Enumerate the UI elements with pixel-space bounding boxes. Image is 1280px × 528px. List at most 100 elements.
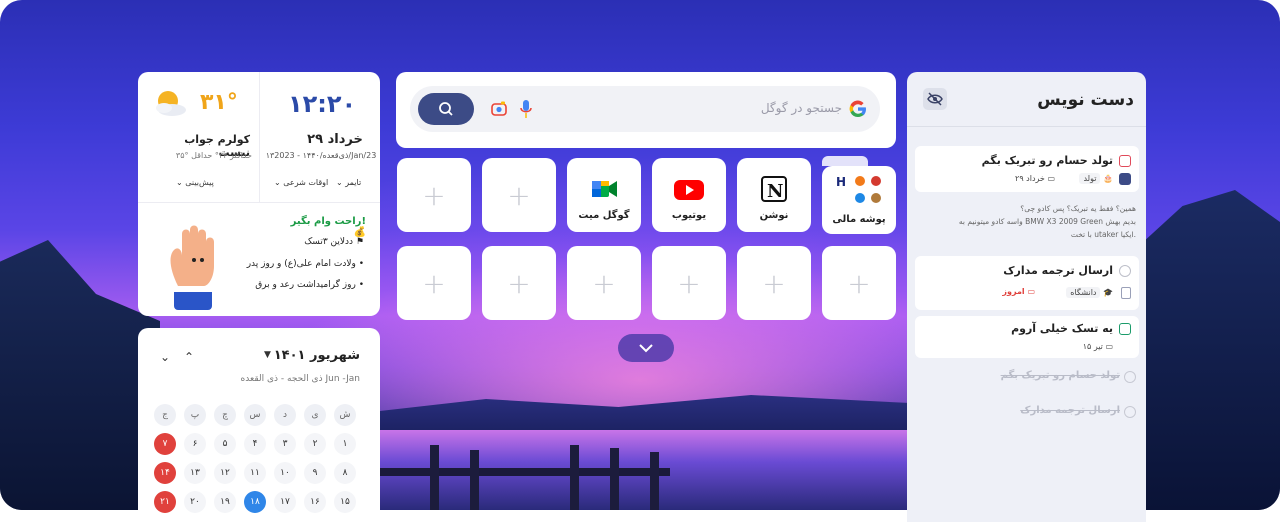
google-icon (849, 100, 866, 118)
note-tag: تولد 🎂 (1079, 173, 1113, 184)
add-shortcut-button[interactable]: + (482, 158, 556, 232)
date-label: امروز (1002, 287, 1025, 296)
plus-icon: + (422, 178, 446, 212)
add-shortcut-button[interactable]: + (567, 246, 641, 320)
add-shortcut-button[interactable]: + (482, 246, 556, 320)
add-shortcut-button[interactable]: + (822, 246, 896, 320)
note-body-line: واسه کادو میتونیم به BMW X3 2009 Green ب… (958, 217, 1136, 226)
calendar-day[interactable]: ۱۰ (274, 462, 296, 484)
calendar-day[interactable]: ۲ (304, 433, 326, 455)
note-type-icon (1121, 287, 1131, 299)
calendar-month[interactable]: شهریور ۱۴۰۱ (274, 348, 360, 363)
shortcut-notion[interactable]: N نوشن (737, 158, 811, 232)
pier (380, 468, 670, 476)
calendar-day[interactable]: ۱۲ (214, 462, 236, 484)
chevron-down-icon: ⌄ (274, 178, 281, 187)
todo-item-text: روز گرامیداشت رعد و برق (255, 280, 356, 290)
shortcut-google-meet[interactable]: گوگل میت (567, 158, 641, 232)
pier-post (650, 452, 659, 510)
check-circle-icon[interactable] (1124, 406, 1136, 418)
shortcut-label: یوتیوب (671, 210, 707, 221)
calendar-day[interactable]: ۹ (304, 462, 326, 484)
calendar-day[interactable]: ۱۳ (184, 462, 206, 484)
shortcut-label: پوشه مالی (832, 214, 886, 225)
note-card[interactable]: ارسال ترجمه مدارک دانشگاه 🎓 امروز ▭ (915, 256, 1139, 310)
note-body-line: با تخت utaker ایکیا. (1070, 230, 1136, 239)
todo-item: ولادت امام علی(ع) و روز پدر • (247, 259, 364, 269)
search-button[interactable] (418, 93, 474, 125)
partly-cloudy-sun-icon (156, 91, 186, 116)
calendar-day[interactable]: ۵ (214, 433, 236, 455)
google-meet-icon (592, 181, 617, 197)
timer-chip[interactable]: ⌄ تایمر (336, 178, 361, 187)
todo-item: روز گرامیداشت رعد و برق • (255, 280, 364, 290)
flag-icon: ⚑ (355, 237, 364, 247)
shortcut-folder-finance[interactable]: H پوشه مالی (822, 166, 896, 234)
next-month-icon[interactable]: ⌄ (160, 350, 170, 364)
notes-title: دست نویس (1037, 90, 1134, 110)
plus-icon: + (847, 266, 871, 300)
calendar-day[interactable]: ۷ (154, 433, 176, 455)
pier-post (430, 445, 439, 510)
month-dropdown-icon[interactable]: ▼ (264, 350, 271, 360)
calendar-day[interactable]: ۶ (184, 433, 206, 455)
shortcut-youtube[interactable]: یوتیوب (652, 158, 726, 232)
note-card[interactable]: تولد حسام رو تبریک بگم تولد 🎂 ۲۹ خرداد ▭ (915, 146, 1139, 192)
note-title: ارسال ترجمه مدارک (1003, 264, 1113, 277)
forest-right (1130, 190, 1280, 510)
weekday-header: پ (184, 404, 206, 426)
note-checkbox[interactable] (1119, 265, 1131, 277)
check-circle-icon[interactable] (1124, 371, 1136, 383)
forecast-chip[interactable]: ⌄ پیش‌بینی (176, 178, 214, 187)
microphone-icon[interactable] (520, 99, 532, 119)
search-input[interactable]: جستجو در گوگل (410, 86, 880, 132)
cake-icon: 🎂 (1103, 174, 1113, 183)
note-type-icon (1119, 173, 1131, 185)
weekday-header: ی (304, 404, 326, 426)
calendar-day[interactable]: ۱ (334, 433, 356, 455)
todo-item: ددلاین ۳تسک ⚑ (304, 237, 364, 247)
chip-label: اوقات شرعی (283, 178, 329, 187)
calendar-day[interactable]: ۱۱ (244, 462, 266, 484)
note-card[interactable]: یه تسک خیلی آروم ۱۵ تیر ▭ (915, 316, 1139, 358)
calendar-day[interactable]: ۸ (334, 462, 356, 484)
add-shortcut-button[interactable]: + (652, 246, 726, 320)
expand-shortcuts-button[interactable] (618, 334, 674, 362)
bullet-icon: • (358, 280, 364, 290)
add-shortcut-button[interactable]: + (397, 246, 471, 320)
hide-notes-button[interactable] (923, 88, 947, 110)
pier-post (470, 450, 479, 510)
todo-heading-text: راحت وام بگیر! (290, 216, 366, 227)
prayer-times-chip[interactable]: ⌄ اوقات شرعی (274, 178, 328, 187)
divider (138, 202, 380, 203)
completed-note[interactable]: ارسال ترجمه مدارک (1020, 405, 1120, 416)
forest-left (0, 240, 160, 510)
note-checkbox[interactable] (1119, 323, 1131, 335)
bullet-icon: • (358, 259, 364, 269)
prev-month-icon[interactable]: ⌃ (184, 350, 194, 364)
chevron-down-icon (639, 344, 653, 353)
add-shortcut-button[interactable]: + (397, 158, 471, 232)
clock-time: ۱۲:۲۰ (288, 90, 357, 118)
graduation-cap-icon: 🎓 (1103, 288, 1113, 297)
weekday-header: س (244, 404, 266, 426)
weather-min-max: ۳۵° حداکثر ۲۴° حداقل (175, 151, 252, 160)
shortcut-label: گوگل میت (578, 210, 630, 221)
note-tag: دانشگاه 🎓 (1066, 287, 1113, 298)
add-shortcut-button[interactable]: + (737, 246, 811, 320)
calendar-day[interactable]: ۴ (244, 433, 266, 455)
plus-icon: + (507, 178, 531, 212)
calendar-day[interactable]: ۳ (274, 433, 296, 455)
svg-text:N: N (767, 181, 783, 202)
note-checkbox[interactable] (1119, 155, 1131, 167)
notes-panel: دست نویس تولد حسام رو تبریک بگم تولد 🎂 ۲… (907, 72, 1146, 522)
note-date: ۲۹ خرداد ▭ (1015, 174, 1055, 183)
folder-tab (822, 156, 868, 166)
chevron-down-icon: ⌄ (176, 178, 183, 187)
calendar-day[interactable]: ۱۴ (154, 462, 176, 484)
google-lens-icon[interactable] (490, 100, 508, 118)
note-title: تولد حسام رو تبریک بگم (981, 154, 1113, 167)
note-title: یه تسک خیلی آروم (1011, 322, 1113, 335)
bank-folder-icon: H (836, 175, 881, 203)
completed-note[interactable]: تولد حسام رو تبریک بگم (1001, 370, 1120, 381)
